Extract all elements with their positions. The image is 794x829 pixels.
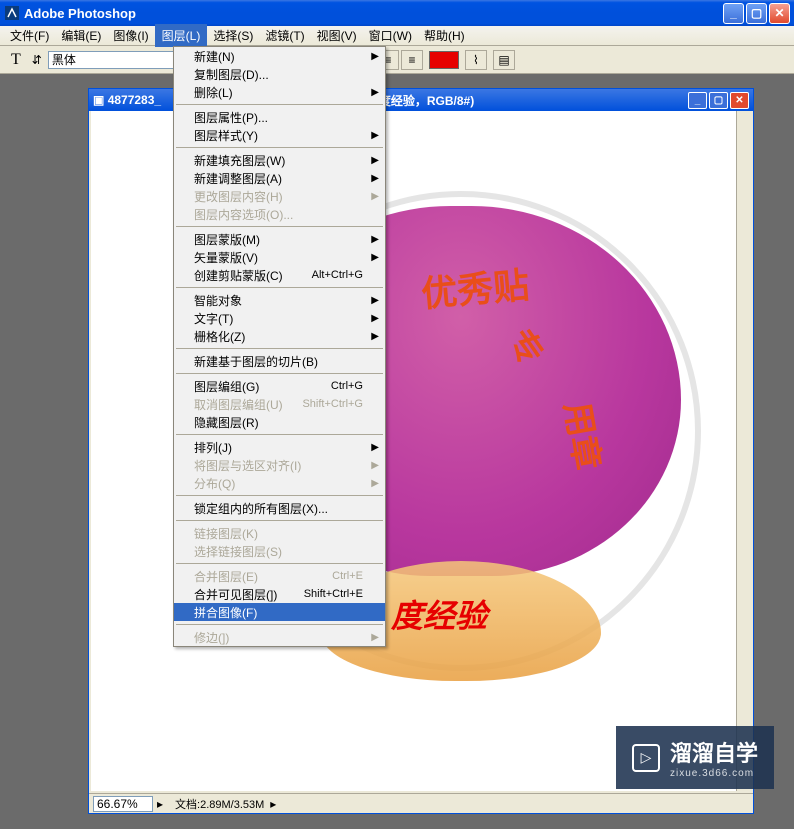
menu-item-new-slice[interactable]: 新建基于图层的切片(B)	[174, 352, 385, 370]
menu-item-link: 链接图层(K)	[174, 524, 385, 542]
menu-item-rasterize[interactable]: 栅格化(Z)▶	[174, 327, 385, 345]
status-arrow-icon[interactable]: ▸	[270, 797, 276, 811]
menu-item-matting: 修边(])▶	[174, 628, 385, 646]
menu-item-hide[interactable]: 隐藏图层(R)	[174, 413, 385, 431]
menu-item-smart-object[interactable]: 智能对象▶	[174, 291, 385, 309]
menu-item-layer-mask[interactable]: 图层蒙版(M)▶	[174, 230, 385, 248]
menu-item-properties[interactable]: 图层属性(P)...	[174, 108, 385, 126]
menu-help[interactable]: 帮助(H)	[418, 25, 471, 46]
menu-separator	[176, 495, 383, 496]
document-icon: ▣	[93, 93, 104, 107]
menu-separator	[176, 104, 383, 105]
app-icon	[4, 5, 20, 21]
menu-item-ungroup: 取消图层编组(U)Shift+Ctrl+G	[174, 395, 385, 413]
menu-item-content-options: 图层内容选项(O)...	[174, 205, 385, 223]
menu-file[interactable]: 文件(F)	[4, 25, 55, 46]
menu-separator	[176, 373, 383, 374]
text-color-swatch[interactable]	[429, 51, 459, 69]
minimize-button[interactable]: _	[723, 3, 744, 24]
watermark-title: 溜溜自学	[670, 736, 758, 768]
status-arrow-icon[interactable]: ▸	[157, 797, 163, 811]
menu-image[interactable]: 图像(I)	[107, 25, 154, 46]
menu-edit[interactable]: 编辑(E)	[55, 25, 107, 46]
menu-item-new[interactable]: 新建(N)▶	[174, 47, 385, 65]
menu-item-delete[interactable]: 删除(L)▶	[174, 83, 385, 101]
menu-item-change-content: 更改图层内容(H)▶	[174, 187, 385, 205]
menu-item-merge: 合并图层(E)Ctrl+E	[174, 567, 385, 585]
close-button[interactable]: ✕	[769, 3, 790, 24]
orientation-icon[interactable]: ⇵	[32, 53, 42, 67]
doc-maximize-button[interactable]: ▢	[709, 92, 728, 109]
menu-separator	[176, 520, 383, 521]
font-family-value: 黑体	[52, 51, 76, 68]
watermark-logo-icon: ▷	[632, 744, 660, 772]
menu-item-arrange[interactable]: 排列(J)▶	[174, 438, 385, 456]
menu-filter[interactable]: 滤镜(T)	[259, 25, 310, 46]
app-title: Adobe Photoshop	[24, 6, 136, 21]
menu-item-lock-all[interactable]: 锁定组内的所有图层(X)...	[174, 499, 385, 517]
seal-text: 优秀贴	[419, 256, 531, 317]
menu-view[interactable]: 视图(V)	[311, 25, 363, 46]
menu-item-distribute: 分布(Q)▶	[174, 474, 385, 492]
menu-separator	[176, 287, 383, 288]
layer-menu-popup: 新建(N)▶ 复制图层(D)... 删除(L)▶ 图层属性(P)... 图层样式…	[173, 46, 386, 647]
options-bar: T ⇵ 黑体 ▾ ▾ aₐ 锐利 ▾ ≡ ≡ ≡ ⌇ ▤	[0, 46, 794, 74]
menu-select[interactable]: 选择(S)	[207, 25, 259, 46]
warp-text-button[interactable]: ⌇	[465, 50, 487, 70]
doc-minimize-button[interactable]: _	[688, 92, 707, 109]
document-title: 4877283_	[108, 93, 161, 107]
doc-close-button[interactable]: ✕	[730, 92, 749, 109]
menu-item-align: 将图层与选区对齐(I)▶	[174, 456, 385, 474]
seal-bottom-text: 度经验	[391, 591, 487, 637]
menu-separator	[176, 147, 383, 148]
menu-item-type[interactable]: 文字(T)▶	[174, 309, 385, 327]
window-buttons: _ ▢ ✕	[723, 3, 790, 24]
app-titlebar: Adobe Photoshop _ ▢ ✕	[0, 0, 794, 26]
text-tool-indicator[interactable]: T	[6, 48, 26, 72]
vertical-scrollbar[interactable]	[736, 111, 753, 791]
watermark-subtitle: zixue.3d66.com	[670, 768, 758, 779]
menu-separator	[176, 624, 383, 625]
document-status: 文档:2.89M/3.53M	[175, 796, 264, 812]
menu-window[interactable]: 窗口(W)	[363, 25, 418, 46]
menu-item-group[interactable]: 图层编组(G)Ctrl+G	[174, 377, 385, 395]
menu-separator	[176, 563, 383, 564]
menu-separator	[176, 434, 383, 435]
maximize-button[interactable]: ▢	[746, 3, 767, 24]
status-bar: 66.67% ▸ 文档:2.89M/3.53M ▸	[89, 793, 753, 813]
menu-layer[interactable]: 图层(L)	[155, 24, 208, 47]
menu-separator	[176, 348, 383, 349]
palettes-button[interactable]: ▤	[493, 50, 515, 70]
menu-item-new-adjustment[interactable]: 新建调整图层(A)▶	[174, 169, 385, 187]
menubar: 文件(F) 编辑(E) 图像(I) 图层(L) 选择(S) 滤镜(T) 视图(V…	[0, 26, 794, 46]
menu-item-clipping-mask[interactable]: 创建剪贴蒙版(C)Alt+Ctrl+G	[174, 266, 385, 284]
zoom-input[interactable]: 66.67%	[93, 796, 153, 812]
menu-item-merge-visible[interactable]: 合并可见图层(])Shift+Ctrl+E	[174, 585, 385, 603]
menu-item-new-fill[interactable]: 新建填充图层(W)▶	[174, 151, 385, 169]
align-right-button[interactable]: ≡	[401, 50, 423, 70]
menu-item-style[interactable]: 图层样式(Y)▶	[174, 126, 385, 144]
menu-item-duplicate[interactable]: 复制图层(D)...	[174, 65, 385, 83]
menu-item-select-linked: 选择链接图层(S)	[174, 542, 385, 560]
watermark: ▷ 溜溜自学 zixue.3d66.com	[616, 726, 774, 789]
menu-separator	[176, 226, 383, 227]
menu-item-flatten[interactable]: 拼合图像(F)	[174, 603, 385, 621]
menu-item-vector-mask[interactable]: 矢量蒙版(V)▶	[174, 248, 385, 266]
